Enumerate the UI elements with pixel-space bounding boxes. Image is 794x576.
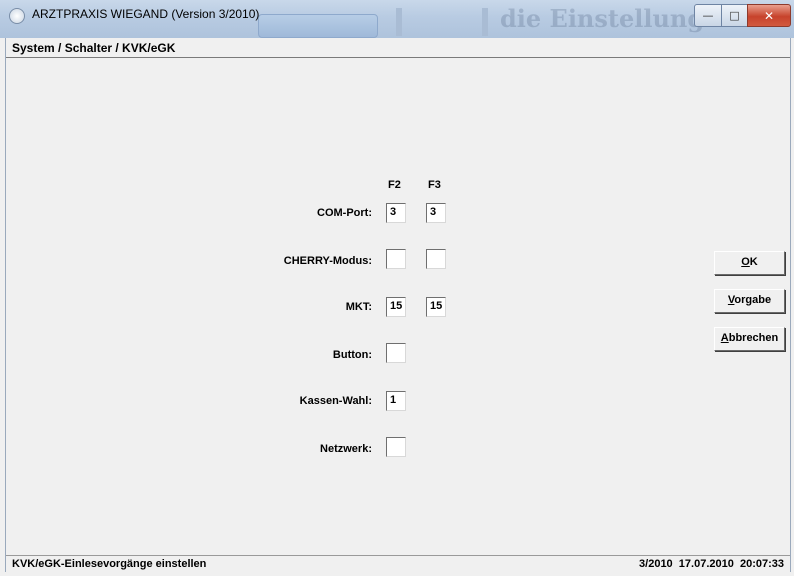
app-icon[interactable] xyxy=(9,8,25,24)
ok-button[interactable]: OK xyxy=(714,251,785,275)
status-message: KVK/eGK-Einlesevorgänge einstellen xyxy=(12,558,207,570)
close-icon: ✕ xyxy=(763,8,775,23)
status-bar: KVK/eGK-Einlesevorgänge einstellen 3/201… xyxy=(6,555,790,573)
vorgabe-button[interactable]: Vorgabe xyxy=(714,289,785,313)
netzwerk-f2-input[interactable] xyxy=(386,437,406,457)
title-bar[interactable]: die Einstellung ARZTPRAXIS WIEGAND (Vers… xyxy=(0,0,794,38)
abbrechen-button[interactable]: Abbrechen xyxy=(714,327,785,351)
cherry-modus-f2-input[interactable] xyxy=(386,249,406,269)
button-label: Button: xyxy=(332,349,372,361)
close-button[interactable]: ✕ xyxy=(747,4,791,27)
abbrechen-accelerator: A xyxy=(720,332,729,344)
abbrechen-button-label: bbrechen xyxy=(728,332,779,344)
app-window: die Einstellung ARZTPRAXIS WIEGAND (Vers… xyxy=(0,0,794,576)
background-window-title: die Einstellung xyxy=(500,4,705,33)
column-header-f2: F2 xyxy=(388,179,401,191)
column-header-f3: F3 xyxy=(428,179,441,191)
minimize-icon: — xyxy=(702,9,714,22)
background-divider xyxy=(482,8,488,36)
background-window-button xyxy=(258,14,378,38)
mkt-f3-input[interactable]: 15 xyxy=(426,297,446,317)
status-datetime: 3/2010 17.07.2010 20:07:33 xyxy=(639,558,784,570)
netzwerk-label: Netzwerk: xyxy=(320,443,372,455)
com-port-f2-input[interactable]: 3 xyxy=(386,203,406,223)
mkt-label: MKT: xyxy=(345,301,372,313)
client-area: System / Schalter / KVK/eGK F2 F3 COM-Po… xyxy=(5,38,791,572)
cherry-modus-label: CHERRY-Modus: xyxy=(283,255,372,267)
window-title: ARZTPRAXIS WIEGAND (Version 3/2010) xyxy=(32,7,260,21)
ok-button-label: K xyxy=(749,256,758,268)
minimize-button[interactable]: — xyxy=(694,4,722,27)
ok-accelerator: O xyxy=(741,256,750,268)
breadcrumb: System / Schalter / KVK/eGK xyxy=(6,38,790,58)
com-port-f3-input[interactable]: 3 xyxy=(426,203,446,223)
maximize-icon: □ xyxy=(729,9,740,22)
button-f2-input[interactable] xyxy=(386,343,406,363)
mkt-f2-input[interactable]: 15 xyxy=(386,297,406,317)
settings-form: F2 F3 COM-Port: 3 3 CHERRY-Modus: MKT: 1… xyxy=(6,59,790,553)
background-divider xyxy=(396,8,402,36)
com-port-label: COM-Port: xyxy=(317,207,372,219)
vorgabe-button-label: orgabe xyxy=(734,294,772,306)
cherry-modus-f3-input[interactable] xyxy=(426,249,446,269)
kassen-wahl-label: Kassen-Wahl: xyxy=(299,395,372,407)
maximize-button[interactable]: □ xyxy=(721,4,748,27)
kassen-wahl-f2-input[interactable]: 1 xyxy=(386,391,406,411)
